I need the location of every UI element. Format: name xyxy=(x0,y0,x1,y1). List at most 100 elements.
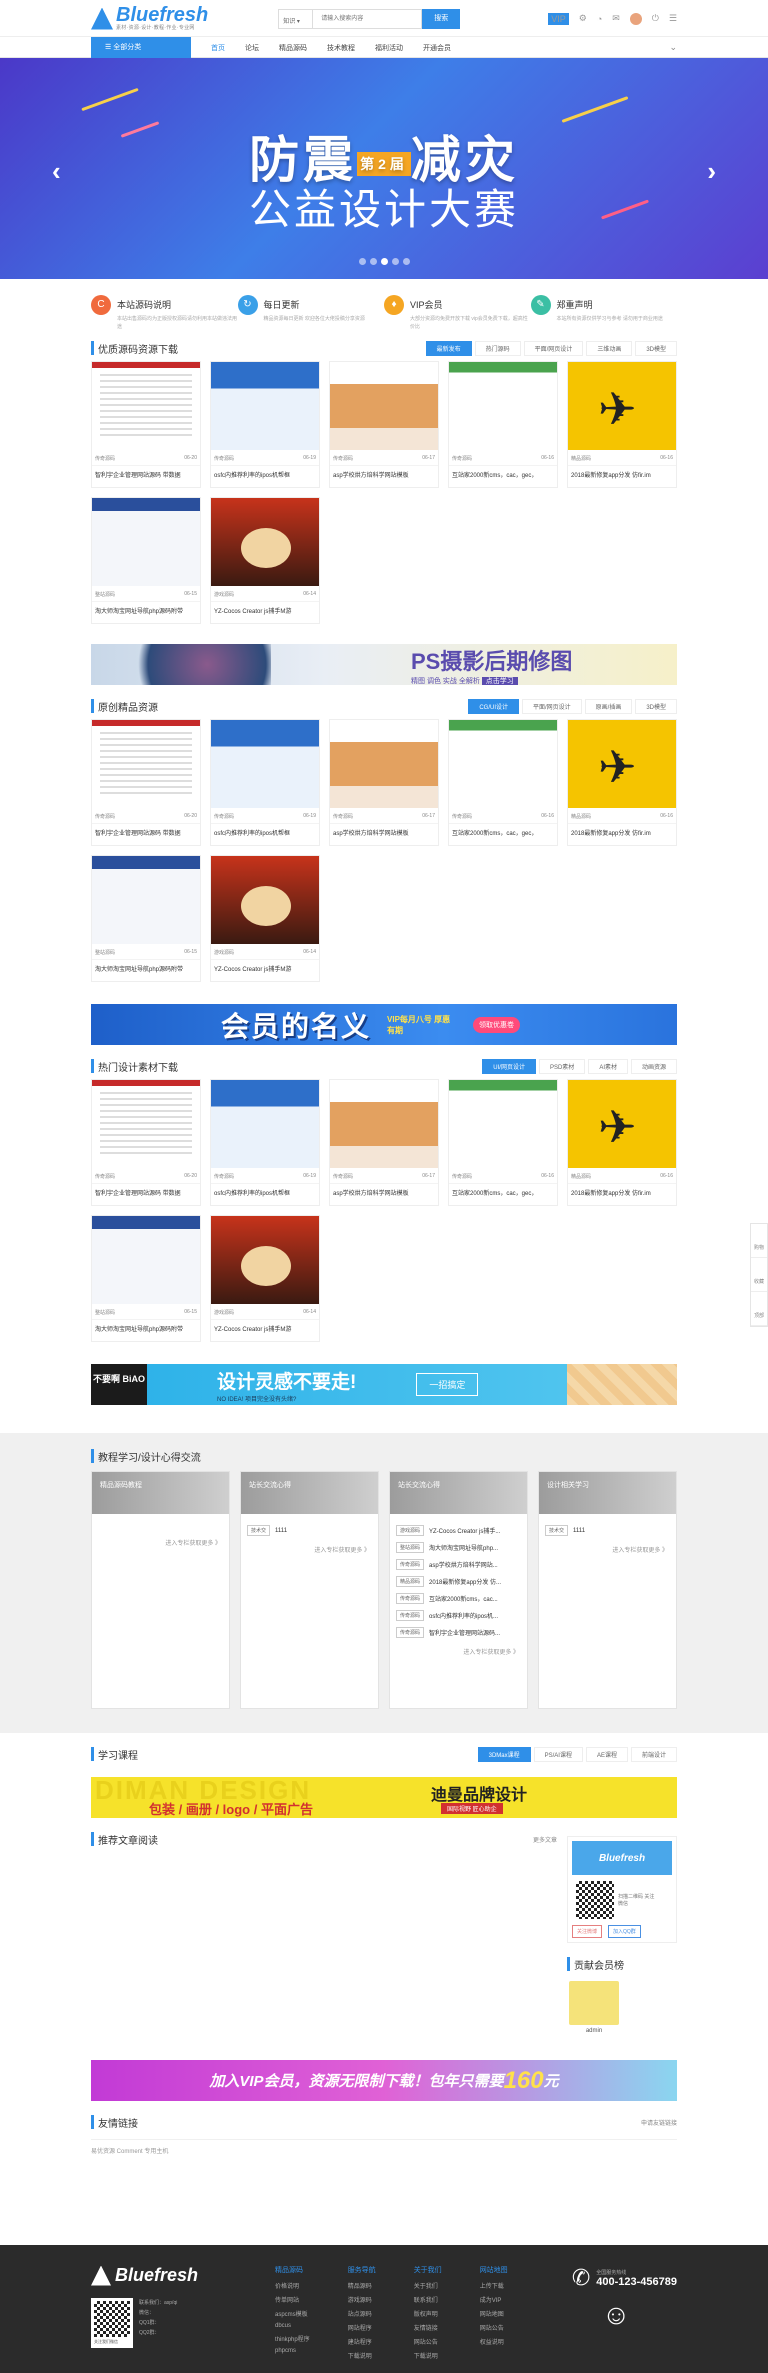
card-thumbnail[interactable] xyxy=(211,1080,319,1168)
card-thumbnail[interactable] xyxy=(211,1216,319,1304)
card-category[interactable]: 传奇源码 xyxy=(452,813,472,820)
card-thumbnail[interactable] xyxy=(211,720,319,808)
chat-icon[interactable]: ☺ xyxy=(602,2299,677,2331)
ad-vip-button[interactable]: 领取优惠卷 xyxy=(473,1016,521,1033)
resource-card[interactable]: 传奇源码 06-19 osfc内推荐利率的ipos机帮框 xyxy=(210,1079,320,1206)
resource-card[interactable]: 游戏源码 06-14 YZ-Cocos Creator js捕手M游 xyxy=(210,1215,320,1342)
follow-weibo-button[interactable]: 关注微博 xyxy=(572,1925,603,1938)
chevron-left-icon[interactable]: ‹ xyxy=(52,156,61,187)
card-thumbnail[interactable] xyxy=(92,1080,200,1168)
search-category-select[interactable]: 知识 ▾ xyxy=(278,8,313,29)
resource-card[interactable]: 整站源码 06-15 淘大师淘宝网址导航php源码附带 xyxy=(91,497,201,624)
forum-row-title[interactable]: 1111 xyxy=(573,1528,585,1534)
footer-link[interactable]: 精品源码 xyxy=(348,2281,376,2290)
forum-row-title[interactable]: YZ-Cocos Creator js捕手... xyxy=(429,1526,500,1535)
feature-item[interactable]: ↻ 每日更新 精品资源每日更新 欢迎各位大佬投稿分享资源 xyxy=(237,295,385,331)
resource-card[interactable]: 传奇源码 06-19 osfc内推荐利率的ipos机帮框 xyxy=(210,361,320,488)
forum-row-tag[interactable]: 游戏源码 xyxy=(396,1525,425,1536)
forum-more-link[interactable]: 进入专栏获取更多 》 xyxy=(92,1522,229,1553)
card-category[interactable]: 整站源码 xyxy=(95,1309,115,1316)
forum-row[interactable]: 整站源码 淘大师淘宝网址导航php... xyxy=(390,1539,527,1556)
chevron-right-icon[interactable]: › xyxy=(707,156,716,187)
card-thumbnail[interactable] xyxy=(330,362,438,450)
nav-item-source[interactable]: 精品源码 xyxy=(279,43,307,53)
card-category[interactable]: 传奇源码 xyxy=(214,455,234,462)
forum-column-header[interactable]: 站长交流心得 xyxy=(390,1472,527,1514)
footer-link[interactable]: 权益说明 xyxy=(480,2337,508,2346)
footer-link[interactable]: 网站公告 xyxy=(414,2337,442,2346)
footer-link[interactable]: 联系我们 xyxy=(414,2295,442,2304)
card-thumbnail[interactable] xyxy=(92,856,200,944)
card-title[interactable]: 智利宇企业管理网站源码 带数据 xyxy=(92,823,200,845)
section-tab[interactable]: 三维动画 xyxy=(586,340,633,356)
forum-row-title[interactable]: 1111 xyxy=(275,1528,287,1534)
ad-banner-vip2[interactable]: 加入VIP会员，资源无限制下载！包年只需要 160 元 xyxy=(91,2060,677,2101)
card-thumbnail[interactable] xyxy=(568,720,676,808)
card-title[interactable]: asp学校烘方焙科学网站模板 xyxy=(330,465,438,487)
forum-row-title[interactable]: 智利宇企业管理网站源码... xyxy=(429,1628,500,1637)
apply-link-button[interactable]: 申请友链链接 xyxy=(641,2118,677,2127)
card-title[interactable]: 2018最新修复app分发 仿fir.im xyxy=(568,1183,676,1205)
resource-card[interactable]: 传奇源码 06-19 osfc内推荐利率的ipos机帮框 xyxy=(210,719,320,846)
card-category[interactable]: 精品源码 xyxy=(571,1173,591,1180)
forum-row[interactable]: 传奇源码 互站家2000新cms，cac... xyxy=(390,1590,527,1607)
ad-ps-button[interactable]: 点击学习 xyxy=(481,676,518,685)
forum-row-title[interactable]: osfc内推荐利率的ipos机... xyxy=(429,1611,498,1620)
footer-link[interactable]: phpcms xyxy=(275,2348,310,2354)
card-title[interactable]: YZ-Cocos Creator js捕手M游 xyxy=(211,1319,319,1341)
card-title[interactable]: 淘大师淘宝网址导航php源码附带 xyxy=(92,601,200,623)
footer-link[interactable]: 网站地图 xyxy=(480,2309,508,2318)
forum-more-link[interactable]: 进入专栏获取更多 》 xyxy=(390,1641,527,1662)
resource-card[interactable]: 传奇源码 06-17 asp学校烘方焙科学网站模板 xyxy=(329,361,439,488)
card-title[interactable]: 2018最新修复app分发 仿fir.im xyxy=(568,823,676,845)
card-thumbnail[interactable] xyxy=(568,1080,676,1168)
card-category[interactable]: 传奇源码 xyxy=(333,455,353,462)
mail-icon[interactable]: ✉ xyxy=(612,13,620,24)
forum-row-tag[interactable]: 精品源码 xyxy=(396,1576,425,1587)
card-thumbnail[interactable] xyxy=(92,498,200,586)
forum-row-title[interactable]: asp学校烘方焙科学网站... xyxy=(429,1560,498,1569)
section-tab[interactable]: UI/网页设计 xyxy=(482,1058,536,1074)
forum-row-tag[interactable]: 传奇源码 xyxy=(396,1559,425,1570)
forum-row[interactable]: 技术交 1111 xyxy=(539,1522,676,1539)
forum-row[interactable]: 传奇源码 asp学校烘方焙科学网站... xyxy=(390,1556,527,1573)
card-category[interactable]: 精品源码 xyxy=(571,813,591,820)
resource-card[interactable]: 传奇源码 06-17 asp学校烘方焙科学网站模板 xyxy=(329,1079,439,1206)
footer-link[interactable]: 游戏源码 xyxy=(348,2295,376,2304)
resource-card[interactable]: 传奇源码 06-20 智利宇企业管理网站源码 带数据 xyxy=(91,1079,201,1206)
nav-item-tutorials[interactable]: 技术教程 xyxy=(327,43,355,53)
carousel-dot[interactable] xyxy=(369,258,377,265)
friend-links[interactable]: 易优资源 Comment 专用主机 xyxy=(91,2139,677,2155)
forum-row[interactable]: 游戏源码 YZ-Cocos Creator js捕手... xyxy=(390,1522,527,1539)
card-thumbnail[interactable] xyxy=(449,720,557,808)
card-category[interactable]: 传奇源码 xyxy=(95,1173,115,1180)
card-title[interactable]: YZ-Cocos Creator js捕手M游 xyxy=(211,601,319,623)
card-title[interactable]: osfc内推荐利率的ipos机帮框 xyxy=(211,465,319,487)
nav-item-home[interactable]: 首页 xyxy=(211,43,225,53)
resource-card[interactable]: 游戏源码 06-14 YZ-Cocos Creator js捕手M游 xyxy=(210,855,320,982)
section-tab[interactable]: 3D模型 xyxy=(635,340,677,356)
card-title[interactable]: 互站家2000新cms，cac，gec， xyxy=(449,823,557,845)
feature-item[interactable]: C 本站源码说明 本站出售源码均为正版授权源码请勿利用本站做违法用途 xyxy=(91,295,238,331)
gear-icon[interactable]: ⚙ xyxy=(579,13,587,24)
tab-frontend[interactable]: 前端设计 xyxy=(630,1746,677,1762)
carousel-dot[interactable] xyxy=(402,258,410,265)
resource-card[interactable]: 传奇源码 06-16 互站家2000新cms，cac，gec， xyxy=(448,719,558,846)
vip-badge[interactable]: VIP xyxy=(548,12,569,25)
card-category[interactable]: 传奇源码 xyxy=(333,1173,353,1180)
card-title[interactable]: 互站家2000新cms，cac，gec， xyxy=(449,465,557,487)
ad-banner-vip[interactable]: 会员的名义 VIP每月八号 厚惠有期 领取优惠卷 xyxy=(91,1004,677,1045)
avatar[interactable] xyxy=(629,12,642,25)
card-category[interactable]: 游戏源码 xyxy=(214,591,234,598)
forum-row-tag[interactable]: 技术交 xyxy=(247,1525,271,1536)
forum-row-title[interactable]: 2018最新修复app分发 仿... xyxy=(429,1577,501,1586)
card-title[interactable]: 互站家2000新cms，cac，gec， xyxy=(449,1183,557,1205)
footer-link[interactable]: 网站程序 xyxy=(348,2323,376,2332)
forum-row[interactable]: 传奇源码 osfc内推荐利率的ipos机... xyxy=(390,1607,527,1624)
footer-link[interactable]: 传单网站 xyxy=(275,2295,310,2304)
footer-link[interactable]: 上传下载 xyxy=(480,2281,508,2290)
card-category[interactable]: 传奇源码 xyxy=(333,813,353,820)
ad-banner-idea[interactable]: 不要啊 BiAO 设计灵感不要走! NO IDEA! 项目完全没有头绪? 一招搞… xyxy=(91,1364,677,1405)
member-item[interactable]: admin xyxy=(569,1981,619,2034)
footer-link[interactable]: 价格说明 xyxy=(275,2281,310,2290)
